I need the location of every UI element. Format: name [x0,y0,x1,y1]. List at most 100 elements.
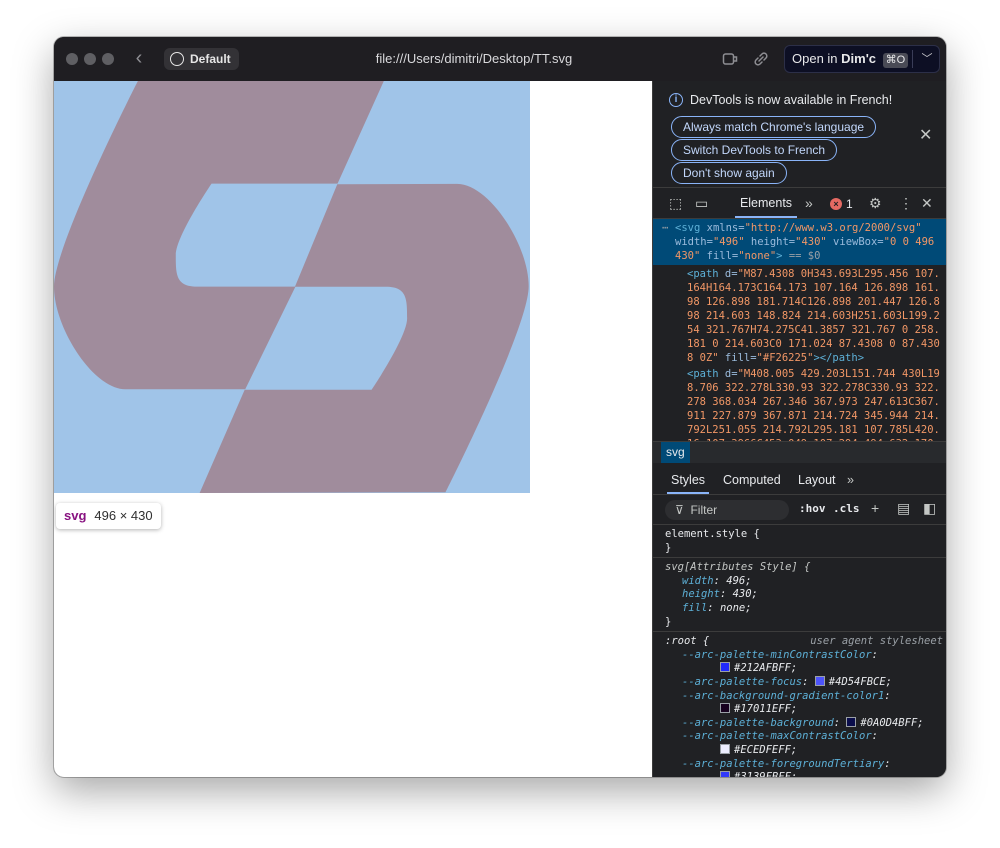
dom-node-path-1[interactable]: <path d="M87.4308 0H343.693L295.456 107.… [653,265,946,365]
link-icon[interactable] [752,50,770,68]
zoom-window-button[interactable] [102,53,114,65]
property-value: none; [719,601,752,614]
cls-toggle[interactable]: .cls [833,502,860,515]
devtools-toolbar: ⬚ ▭ Elements » × 1 ⚙ ⋮ ✕ [653,187,946,219]
property-fill[interactable]: fill: none; [665,602,946,616]
profile-label: Default [190,52,231,66]
css-variable-name: --arc-palette-maxContrastColor [682,730,872,743]
hov-toggle[interactable]: :hov [799,502,826,515]
browser-window: ‹ Default file:///Users/dimitri/Desktop/… [54,37,946,777]
tooltip-size: 496 × 430 [94,508,153,523]
open-in-app-button[interactable]: Open in Dim'c ⌘O ﹀ [784,45,940,73]
css-variable[interactable]: --arc-palette-focus: #4D54FBCE; [665,675,946,690]
rule-element-style: element.style { } [653,525,946,559]
rule-root: :root { user agent stylesheet --arc-pale… [653,632,946,777]
dom-node-menu-icon[interactable]: ⋯ [662,221,668,235]
css-variable-value-line: #3139FBFF; [665,771,946,777]
url-bar[interactable]: file:///Users/dimitri/Desktop/TT.svg [294,49,654,69]
more-subtabs-icon[interactable]: » [847,467,854,493]
css-variable-value-line: #212AFBFF; [665,662,946,676]
color-swatch[interactable] [720,662,730,673]
filter-input[interactable]: ⊽ Filter [665,500,789,520]
minimize-window-button[interactable] [84,53,96,65]
dom-svg-tag: <svg [675,222,701,234]
rule-attributes-style: svg[Attributes Style] { width: 496; heig… [653,558,946,633]
close-devtools-icon[interactable]: ✕ [921,194,933,212]
inspect-element-icon[interactable]: ⬚ [669,194,682,212]
error-badge[interactable]: × 1 [830,197,853,211]
tab-computed[interactable]: Computed [723,467,781,493]
extensions-icon[interactable] [722,50,740,68]
dom-attr-value: "#F26225" [756,352,814,364]
more-tabs-icon[interactable]: » [805,194,813,212]
selector-element-style[interactable]: element.style { [665,528,946,542]
css-variable[interactable]: --arc-palette-maxContrastColor: [665,730,946,744]
device-toolbar-icon[interactable]: ▭ [695,194,708,212]
color-swatch[interactable] [720,771,730,777]
property-value: 430; [732,588,758,601]
tab-elements[interactable]: Elements [729,188,803,218]
breadcrumb-item-svg[interactable]: svg [661,442,690,463]
open-in-prefix: Open in [792,51,842,66]
dom-path-close: ></path> [813,352,865,364]
dom-node-svg[interactable]: ⋯ <svg xmlns="http://www.w3.org/2000/svg"… [653,219,946,265]
styles-pane: element.style { } svg[Attributes Style] … [653,525,946,777]
selector-attributes-style: svg[Attributes Style] { [665,561,811,574]
css-variable[interactable]: --arc-palette-foregroundTertiary: [665,758,946,772]
tab-styles[interactable]: Styles [666,467,710,494]
css-variable-value: #3139FBFF; [734,771,797,777]
dom-attr-name: height= [744,236,796,248]
tab-layout[interactable]: Layout [798,467,836,493]
dom-path-tag: <path [687,368,719,380]
sidebar-toggle-icon[interactable]: ◧ [923,500,936,517]
page-viewport: svg 496 × 430 [54,81,652,777]
css-variable-name: --arc-palette-focus [682,675,803,688]
user-agent-stylesheet-label: user agent stylesheet [810,635,943,648]
always-match-language-button[interactable]: Always match Chrome's language [671,116,877,138]
color-swatch[interactable] [846,716,857,727]
inspect-tooltip: svg 496 × 430 [56,503,161,529]
dont-show-again-button[interactable]: Don't show again [671,162,787,184]
close-notice-icon[interactable]: ✕ [919,125,932,145]
css-variable[interactable]: --arc-palette-minContrastColor: [665,649,946,663]
profile-button[interactable]: Default [164,48,239,70]
css-variable[interactable]: --arc-background-gradient-color1: [665,690,946,704]
dom-node-path-2[interactable]: <path d="M408.005 429.203L151.744 430L19… [653,365,946,441]
more-options-icon[interactable]: ⋮ [899,194,913,212]
switch-to-french-button[interactable]: Switch DevTools to French [671,139,838,161]
info-icon: i [669,93,683,107]
dom-tree: ⋯ <svg xmlns="http://www.w3.org/2000/svg"… [653,219,946,441]
filter-icon: ⊽ [675,503,684,517]
property-width[interactable]: width: 496; [665,575,946,589]
css-variable-value: #ECEDFEFF; [734,743,798,756]
devtools-panel: i DevTools is now available in French! A… [652,81,946,777]
root-variables: --arc-palette-minContrastColor: #212AFBFF… [665,649,946,777]
css-variable[interactable]: --arc-palette-background: #0A0D4BFF; [665,716,946,731]
error-icon: × [830,198,842,210]
color-swatch[interactable] [720,743,730,754]
css-variable-name: --arc-background-gradient-color1 [682,689,885,702]
chevron-down-icon[interactable]: ﹀ [918,46,936,72]
new-rule-icon[interactable]: + [871,500,879,516]
language-notice: i DevTools is now available in French! [669,93,892,107]
dom-attr-value: "none" [738,250,777,262]
paint-icon[interactable]: ▤ [897,500,910,517]
property-height[interactable]: height: 430; [665,588,946,602]
color-swatch[interactable] [814,675,825,686]
open-in-app-name: Dim'c [841,51,877,66]
styles-subtabs: Styles Computed Layout » [653,467,946,495]
color-swatch[interactable] [720,703,730,714]
close-window-button[interactable] [66,53,78,65]
dom-attr-value: "M87.4308 0H343.693L295.456 107.164H164.… [687,268,940,364]
title-bar: ‹ Default file:///Users/dimitri/Desktop/… [54,37,946,81]
gear-icon[interactable]: ⚙ [869,194,882,212]
back-arrow-icon[interactable]: ‹ [130,47,148,69]
filter-placeholder: Filter [690,503,718,517]
css-variable-value: #17011EFF; [734,703,798,716]
open-in-divider [912,50,913,68]
css-variable-value: #212AFBFF; [734,662,798,675]
css-variable-value: #4D54FBCE; [828,675,892,688]
breadcrumb: svg [653,441,946,463]
property-name: width [682,574,714,587]
dom-attr-name: xmlns= [700,222,745,234]
